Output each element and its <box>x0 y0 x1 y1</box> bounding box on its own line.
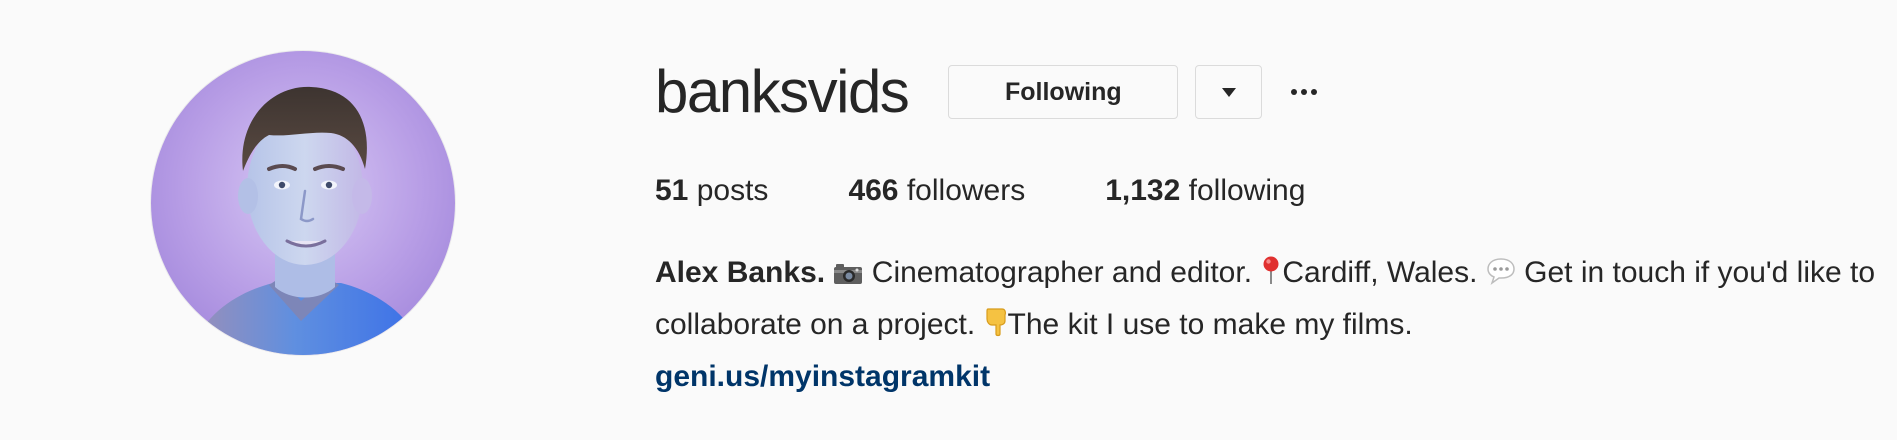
following-label: following <box>1188 174 1306 207</box>
bio-link[interactable]: geni.us/myinstagramkit <box>655 352 1885 401</box>
profile-header-row: banksvids Following <box>655 54 1324 130</box>
bio-text-2: Cardiff, Wales. <box>1282 256 1478 289</box>
full-name: Alex Banks. <box>655 256 826 289</box>
username: banksvids <box>655 58 910 125</box>
avatar-portrait-image <box>151 51 455 355</box>
bio-text-1: Cinematographer and editor. <box>871 256 1253 289</box>
bio-text-4: The kit I use to make my films. <box>1007 308 1413 341</box>
pointing-down-hand-icon <box>984 303 1008 352</box>
camera-icon <box>833 251 863 300</box>
following-count: 1,132 <box>1105 174 1181 207</box>
round-pushpin-icon <box>1260 251 1282 300</box>
following-stat[interactable]: 1,132 following <box>1105 168 1305 214</box>
posts-stat: 51 posts <box>655 168 768 214</box>
profile-bio: Alex Banks. Cinematographer and editor. … <box>655 248 1885 401</box>
avatar[interactable] <box>151 51 455 355</box>
followers-label: followers <box>906 174 1026 207</box>
followers-count: 466 <box>848 174 899 207</box>
profile-header: banksvids Following 51 posts 466 followe… <box>0 0 1897 440</box>
more-options-button[interactable] <box>1284 65 1324 119</box>
posts-label: posts <box>696 174 769 207</box>
profile-stats: 51 posts 466 followers 1,132 following <box>655 168 1385 214</box>
following-button[interactable]: Following <box>948 65 1179 119</box>
followers-stat[interactable]: 466 followers <box>848 168 1025 214</box>
suggestions-dropdown-button[interactable] <box>1195 65 1263 119</box>
speech-bubble-icon <box>1486 251 1516 300</box>
caret-down-icon <box>1221 87 1236 97</box>
ellipsis-icon <box>1291 89 1318 95</box>
posts-count: 51 <box>655 174 689 207</box>
